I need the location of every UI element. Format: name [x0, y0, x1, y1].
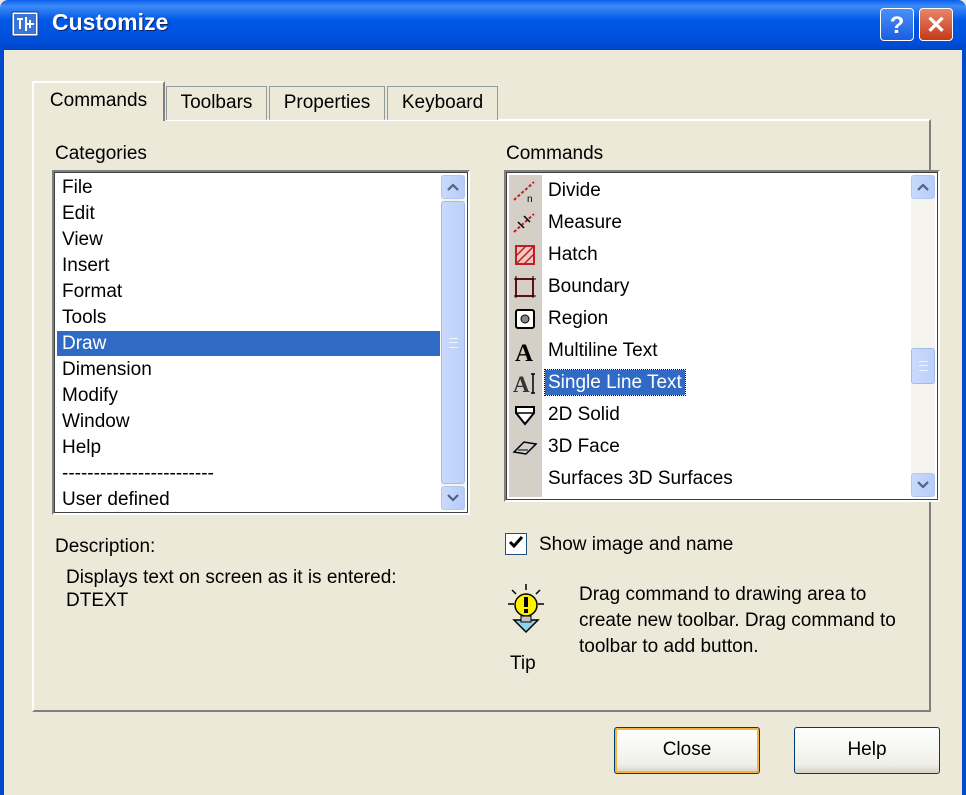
category-item-dimension[interactable]: Dimension: [57, 357, 440, 382]
single-line-text-icon: A: [511, 369, 539, 397]
3d-face-icon: [511, 433, 539, 461]
window-title: Customize: [52, 9, 169, 35]
command-item-multiline-text[interactable]: A Multiline Text: [509, 335, 909, 367]
svg-text:A: A: [515, 340, 533, 364]
svg-text:n: n: [527, 194, 533, 204]
categories-scrollbar[interactable]: [441, 175, 465, 510]
commands-list[interactable]: n Divide Measure Hatch Boundary Region A…: [504, 170, 940, 502]
command-item-single-line-text[interactable]: A Single Line Text: [509, 367, 909, 399]
tip-label: Tip: [510, 653, 536, 674]
description-line-2: DTEXT: [66, 590, 129, 611]
tip-line-2: create new toolbar. Drag command to: [579, 610, 896, 631]
category-item-window[interactable]: Window: [57, 409, 440, 434]
command-item-measure[interactable]: Measure: [509, 207, 909, 239]
tab-properties[interactable]: Properties: [269, 86, 385, 120]
category-item-format[interactable]: Format: [57, 279, 440, 304]
multiline-text-icon: A: [511, 337, 539, 365]
chevron-up-icon: [447, 183, 459, 191]
category-item-edit[interactable]: Edit: [57, 201, 440, 226]
hatch-icon: [511, 241, 539, 269]
chevron-down-icon: [447, 494, 459, 502]
title-close-button[interactable]: ✕: [919, 8, 953, 41]
grip-icon: [448, 337, 458, 348]
category-item-file[interactable]: File: [57, 175, 440, 200]
categories-label: Categories: [55, 143, 147, 164]
scroll-down-button[interactable]: [441, 486, 465, 510]
region-icon: [511, 305, 539, 333]
help-button[interactable]: Help: [794, 727, 940, 774]
scroll-thumb[interactable]: [441, 201, 465, 484]
command-item-region[interactable]: Region: [509, 303, 909, 335]
commands-label: Commands: [506, 143, 604, 164]
tip-text: Drag command to drawing area to create n…: [579, 582, 896, 660]
scroll-up-button[interactable]: [911, 175, 935, 199]
category-item-tools[interactable]: Tools: [57, 305, 440, 330]
category-item-help[interactable]: Help: [57, 435, 440, 460]
grip-icon: [918, 361, 928, 371]
tip-line-3: toolbar to add button.: [579, 636, 759, 657]
category-item-insert[interactable]: Insert: [57, 253, 440, 278]
description-label: Description:: [55, 536, 156, 557]
chevron-up-icon: [917, 183, 929, 191]
svg-text:A: A: [513, 372, 530, 396]
title-bar[interactable]: Customize ? ✕: [0, 0, 966, 50]
tab-toolbars[interactable]: Toolbars: [166, 86, 267, 120]
chevron-down-icon: [917, 481, 929, 489]
category-separator: ------------------------: [62, 463, 214, 484]
categories-list[interactable]: File Edit View Insert Format Tools Draw …: [52, 170, 470, 515]
divide-icon: n: [511, 177, 539, 205]
command-item-boundary[interactable]: Boundary: [509, 271, 909, 303]
scroll-down-button[interactable]: [911, 473, 935, 497]
command-item-surfaces[interactable]: Surfaces 3D Surfaces: [509, 463, 909, 495]
2d-solid-icon: [511, 401, 539, 429]
commands-scrollbar[interactable]: [911, 175, 935, 497]
description-line-1: Displays text on screen as it is entered…: [66, 567, 397, 588]
scroll-up-button[interactable]: [441, 175, 465, 199]
show-image-and-name-checkbox[interactable]: [505, 533, 527, 555]
title-help-button[interactable]: ?: [880, 8, 914, 41]
close-button[interactable]: Close: [614, 727, 760, 774]
tab-commands[interactable]: Commands: [32, 81, 165, 121]
description-text: Displays text on screen as it is entered…: [66, 566, 397, 612]
measure-icon: [511, 209, 539, 237]
category-item-modify[interactable]: Modify: [57, 383, 440, 408]
tip-lightbulb-icon: [508, 584, 544, 634]
scroll-thumb[interactable]: [911, 348, 935, 384]
customize-icon: [11, 11, 39, 37]
tab-keyboard[interactable]: Keyboard: [387, 86, 498, 120]
boundary-icon: [511, 273, 539, 301]
window-frame-left: [0, 50, 4, 795]
window-frame-right: [962, 50, 966, 795]
command-item-2d-solid[interactable]: 2D Solid: [509, 399, 909, 431]
tip-line-1: Drag command to drawing area to: [579, 584, 867, 605]
command-item-divide[interactable]: n Divide: [509, 175, 909, 207]
command-item-3d-face[interactable]: 3D Face: [509, 431, 909, 463]
category-item-view[interactable]: View: [57, 227, 440, 252]
category-item-user-defined[interactable]: User defined: [57, 487, 440, 512]
show-image-and-name-label[interactable]: Show image and name: [539, 534, 733, 556]
category-item-draw[interactable]: Draw: [57, 331, 440, 356]
checkmark-icon: [508, 536, 524, 549]
command-item-hatch[interactable]: Hatch: [509, 239, 909, 271]
